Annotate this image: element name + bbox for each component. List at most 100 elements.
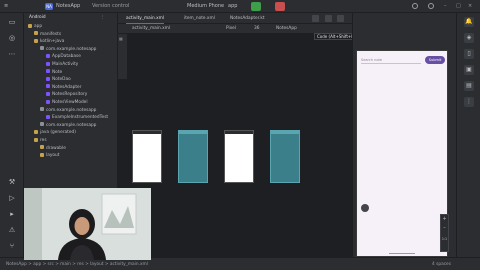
tree-item-label: layout (46, 153, 60, 159)
tree-item[interactable]: com.example.notesapp (40, 46, 96, 53)
tree-item-label: manifests (40, 31, 62, 37)
gradle-icon[interactable]: ◈ (464, 33, 474, 43)
layout-preview-blueprint[interactable] (178, 130, 208, 183)
terminal-icon[interactable]: ▸ (7, 209, 17, 219)
run-tool-icon[interactable]: ▷ (7, 193, 17, 203)
minimize-icon[interactable]: – (444, 0, 447, 13)
package-icon (40, 46, 44, 51)
blueprint-top-bar (179, 131, 207, 134)
kotlin-icon (46, 53, 50, 58)
tree-item[interactable]: NoteDao (46, 76, 71, 83)
note-search-input[interactable]: Search note (361, 56, 421, 64)
emulator-home-icon[interactable] (361, 204, 369, 212)
stop-button[interactable] (275, 2, 285, 11)
presenter-video (24, 188, 151, 260)
submit-button[interactable]: Submit (425, 56, 445, 64)
gear-icon[interactable] (428, 3, 434, 9)
api-level-selector[interactable]: 36 (254, 24, 259, 34)
tree-item-label: NoteDao (52, 77, 71, 83)
tree-item[interactable]: res (34, 137, 47, 144)
tree-item-label: ExampleInstrumentedTest (52, 115, 109, 121)
emulator-settings-icon[interactable]: ⋮ (464, 97, 474, 107)
kotlin-icon (46, 91, 50, 96)
tree-item-label: com.example.notesapp (46, 122, 97, 128)
zoom-controls: + – 1:1 (440, 214, 449, 252)
tree-item[interactable]: NotesAdapter (46, 84, 81, 91)
search-icon[interactable] (412, 3, 418, 9)
close-icon[interactable]: × (468, 0, 472, 13)
tree-item-label: app (34, 24, 43, 29)
notifications-icon[interactable]: 🔔 (464, 17, 474, 27)
tree-item-label: com.example.notesapp (46, 107, 97, 113)
device-preset-selector[interactable]: Pixel (226, 24, 236, 34)
folder-icon[interactable]: ▭ (7, 17, 17, 27)
panel-options-icon[interactable]: ⋮ (100, 14, 104, 21)
folder-icon (34, 137, 38, 142)
tree-item[interactable]: java (generated) (34, 129, 76, 136)
tree-item[interactable]: ExampleInstrumentedTest (46, 114, 108, 121)
tree-item[interactable]: kotlin+java (34, 38, 64, 45)
tree-item-label: java (generated) (40, 130, 76, 136)
design-file-name[interactable]: activity_main.xml (132, 24, 170, 34)
tree-item[interactable]: NotesViewModel (46, 99, 88, 106)
git-icon[interactable]: ⑂ (7, 241, 17, 251)
tree-item-label: MainActivity (52, 62, 79, 67)
tab-notes-adapter[interactable]: NotesAdapter.kt (230, 13, 265, 24)
emulator-screen[interactable]: Search note Submit (356, 50, 448, 257)
tab-item-note[interactable]: item_note.xml (184, 13, 215, 24)
kotlin-icon (46, 61, 50, 66)
palette-icon[interactable]: ▦ (119, 36, 126, 43)
tree-item[interactable]: com.example.notesapp (40, 122, 96, 129)
kotlin-icon (46, 99, 50, 104)
folder-icon (34, 38, 38, 43)
running-devices-icon[interactable]: ▣ (464, 65, 474, 75)
zoom-in-button[interactable]: + (441, 216, 448, 222)
gesture-bar (389, 253, 415, 254)
code-view-icon[interactable] (312, 15, 319, 22)
tree-item[interactable]: MainActivity (46, 61, 78, 68)
problems-icon[interactable]: ⚠ (7, 225, 17, 235)
tree-item[interactable]: AppDatabase (46, 53, 81, 60)
tab-activity-main[interactable]: activity_main.xml (126, 13, 165, 24)
project-name[interactable]: NotesApp (56, 0, 80, 13)
layout-preview-design[interactable] (132, 130, 162, 183)
tree-item-label: Note (52, 69, 63, 75)
item-preview-blueprint[interactable] (270, 130, 300, 183)
structure-icon[interactable]: ⋯ (7, 49, 17, 59)
tree-item-label: NotesAdapter (52, 84, 82, 90)
zoom-actual-size[interactable]: 1:1 (441, 236, 448, 242)
package-icon (40, 107, 44, 112)
tree-item[interactable]: Note (46, 69, 62, 76)
kotlin-icon (46, 84, 50, 89)
app-theme-selector[interactable]: NotesApp (276, 24, 297, 34)
design-view-icon[interactable] (337, 15, 344, 22)
branch-selector[interactable]: Version control (92, 0, 129, 13)
run-config-selector[interactable]: app (228, 0, 237, 13)
indent-status[interactable]: 4 spaces (432, 258, 451, 270)
tree-item[interactable]: app (28, 23, 42, 30)
device-manager-icon[interactable]: ▯ (464, 49, 474, 59)
tree-item[interactable]: drawable (40, 145, 66, 152)
title-bar: ≡ NA NotesApp Version control Medium Pho… (0, 0, 480, 13)
zoom-out-button[interactable]: – (441, 225, 448, 231)
split-view-icon[interactable] (325, 15, 332, 22)
project-badge: NA (45, 3, 53, 10)
tree-item[interactable]: com.example.notesapp (40, 107, 96, 114)
tree-item-label: res (40, 138, 47, 143)
tree-item[interactable]: layout (40, 152, 59, 159)
tree-item-label: NotesRepository (52, 92, 88, 98)
commit-icon[interactable]: ◎ (7, 33, 17, 43)
maximize-icon[interactable]: □ (456, 0, 461, 13)
tree-item[interactable]: NotesRepository (46, 91, 87, 98)
tree-item[interactable]: manifests (34, 31, 61, 38)
main-menu-icon[interactable]: ≡ (4, 0, 8, 13)
item-blueprint-top-bar (271, 131, 299, 134)
run-button[interactable] (251, 2, 261, 11)
device-selector[interactable]: Medium Phone (187, 0, 224, 13)
project-view-selector[interactable]: Android (29, 14, 46, 21)
build-icon[interactable]: ⚒ (7, 177, 17, 187)
item-preview-design[interactable] (224, 130, 254, 183)
device-explorer-icon[interactable]: ▤ (464, 81, 474, 91)
package-icon (40, 122, 44, 127)
tree-item-label: drawable (46, 145, 66, 151)
